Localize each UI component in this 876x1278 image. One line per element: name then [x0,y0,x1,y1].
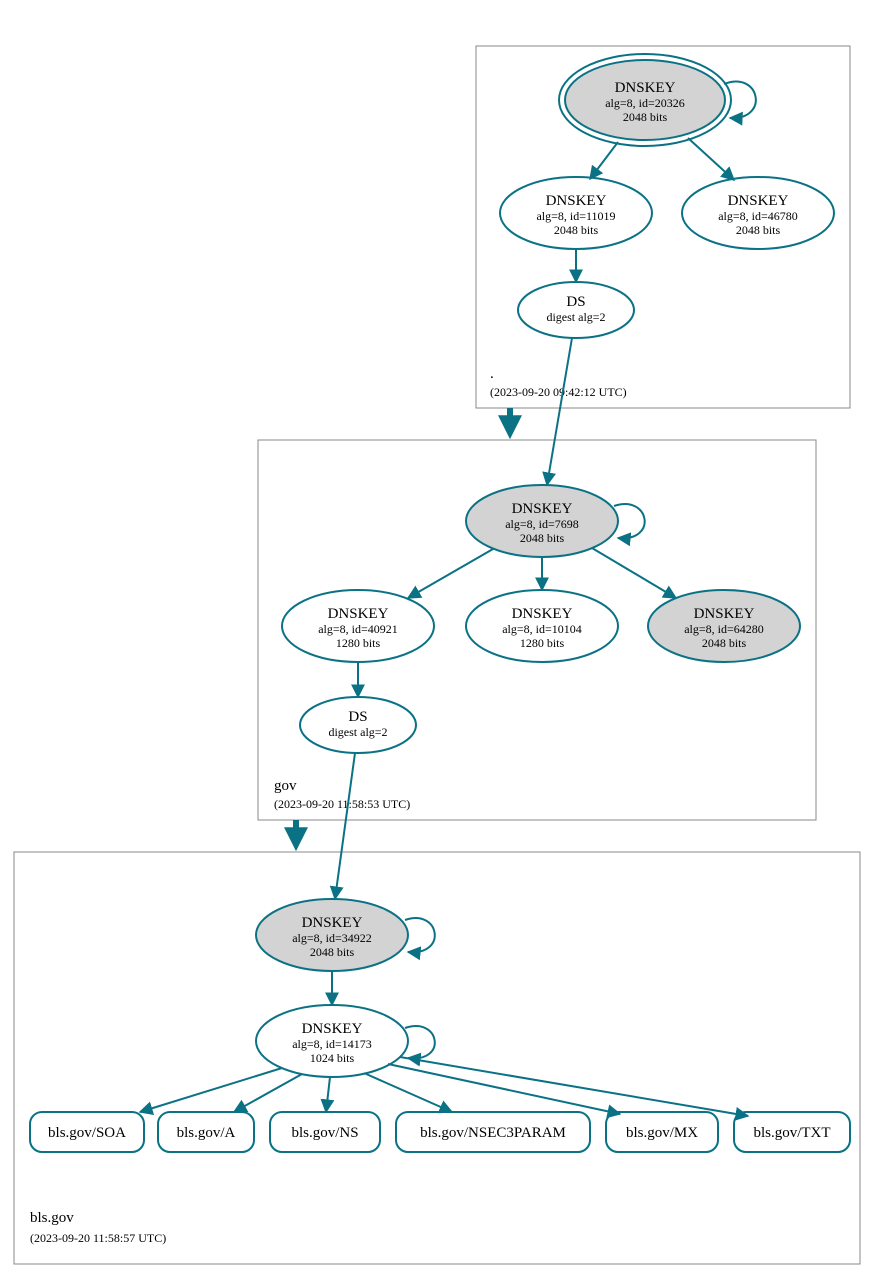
node-bls-ksk: DNSKEY alg=8, id=34922 2048 bits [256,899,408,971]
svg-text:2048 bits: 2048 bits [623,110,668,124]
svg-text:DNSKEY: DNSKEY [512,501,573,517]
svg-text:DNSKEY: DNSKEY [615,80,676,96]
svg-text:DNSKEY: DNSKEY [328,606,389,622]
svg-text:2048 bits: 2048 bits [736,223,781,237]
svg-text:bls.gov/TXT: bls.gov/TXT [753,1125,830,1141]
node-gov-ksk: DNSKEY alg=8, id=7698 2048 bits [466,485,618,557]
node-rr-nsec3: bls.gov/NSEC3PARAM [396,1112,590,1152]
node-rr-a: bls.gov/A [158,1112,254,1152]
edge-rootksk-zsk1 [590,142,618,179]
svg-text:bls.gov/NSEC3PARAM: bls.gov/NSEC3PARAM [420,1125,566,1141]
svg-text:alg=8, id=14173: alg=8, id=14173 [292,1037,372,1051]
svg-text:alg=8, id=7698: alg=8, id=7698 [505,517,579,531]
svg-text:2048 bits: 2048 bits [554,223,599,237]
edge-bls-ksk-self [405,918,435,952]
svg-text:DNSKEY: DNSKEY [302,915,363,931]
svg-text:bls.gov/SOA: bls.gov/SOA [48,1125,126,1141]
node-bls-zsk: DNSKEY alg=8, id=14173 1024 bits [256,1005,408,1077]
svg-text:1280 bits: 1280 bits [520,636,565,650]
node-root-zsk2: DNSKEY alg=8, id=46780 2048 bits [682,177,834,249]
svg-text:1024 bits: 1024 bits [310,1051,355,1065]
edge-govksk-zsk1 [408,549,493,598]
edge-blszsk-nsec3 [364,1073,452,1112]
node-gov-ds: DS digest alg=2 [300,697,416,753]
svg-text:.: . [490,366,494,382]
edge-govksk-zsk3 [592,548,676,598]
svg-text:DS: DS [348,709,367,725]
zone-gov-title: gov [274,778,297,794]
zone-bls-date: (2023-09-20 11:58:57 UTC) [30,1231,166,1245]
svg-text:alg=8, id=10104: alg=8, id=10104 [502,622,582,636]
edge-blszsk-txt [400,1057,748,1116]
svg-text:alg=8, id=11019: alg=8, id=11019 [536,209,615,223]
svg-text:gov: gov [274,778,297,794]
svg-text:DNSKEY: DNSKEY [728,193,789,209]
svg-text:(2023-09-20 11:58:57 UTC): (2023-09-20 11:58:57 UTC) [30,1231,166,1245]
node-rr-ns: bls.gov/NS [270,1112,380,1152]
node-rr-txt: bls.gov/TXT [734,1112,850,1152]
zone-gov-date: (2023-09-20 11:58:53 UTC) [274,797,410,811]
svg-text:alg=8, id=34922: alg=8, id=34922 [292,931,372,945]
zone-root-date: (2023-09-20 09:42:12 UTC) [490,385,627,399]
edge-rootds-govksk [547,338,572,485]
svg-text:DS: DS [566,294,585,310]
svg-text:DNSKEY: DNSKEY [512,606,573,622]
svg-text:alg=8, id=20326: alg=8, id=20326 [605,96,685,110]
node-root-ksk: DNSKEY alg=8, id=20326 2048 bits [559,54,731,146]
edge-blszsk-soa [140,1068,282,1112]
svg-text:DNSKEY: DNSKEY [694,606,755,622]
node-root-ds: DS digest alg=2 [518,282,634,338]
svg-text:2048 bits: 2048 bits [520,531,565,545]
zone-bls: bls.gov (2023-09-20 11:58:57 UTC) [14,852,860,1264]
svg-text:(2023-09-20 11:58:53 UTC): (2023-09-20 11:58:53 UTC) [274,797,410,811]
node-rr-mx: bls.gov/MX [606,1112,718,1152]
edge-bls-zsk-self [405,1026,435,1058]
svg-text:alg=8, id=40921: alg=8, id=40921 [318,622,398,636]
node-gov-zsk2: DNSKEY alg=8, id=10104 1280 bits [466,590,618,662]
svg-text:1280 bits: 1280 bits [336,636,381,650]
edge-rootksk-zsk2 [688,138,734,180]
svg-text:DNSKEY: DNSKEY [302,1021,363,1037]
svg-text:digest alg=2: digest alg=2 [546,310,605,324]
svg-text:alg=8, id=46780: alg=8, id=46780 [718,209,798,223]
node-gov-zsk3: DNSKEY alg=8, id=64280 2048 bits [648,590,800,662]
svg-text:bls.gov/MX: bls.gov/MX [626,1125,698,1141]
edge-blszsk-ns [326,1077,330,1112]
node-gov-zsk1: DNSKEY alg=8, id=40921 1280 bits [282,590,434,662]
svg-text:DNSKEY: DNSKEY [546,193,607,209]
svg-text:alg=8, id=64280: alg=8, id=64280 [684,622,764,636]
svg-text:2048 bits: 2048 bits [702,636,747,650]
node-rr-soa: bls.gov/SOA [30,1112,144,1152]
zone-root-title: . [490,366,494,382]
zone-bls-title: bls.gov [30,1210,74,1226]
svg-text:bls.gov/NS: bls.gov/NS [291,1125,358,1141]
svg-text:bls.gov/A: bls.gov/A [177,1125,236,1141]
svg-text:bls.gov: bls.gov [30,1210,74,1226]
dnssec-graph: . (2023-09-20 09:42:12 UTC) DNSKEY alg=8… [0,0,876,1278]
svg-text:2048 bits: 2048 bits [310,945,355,959]
edge-govds-blsksk [335,753,355,899]
node-root-zsk1: DNSKEY alg=8, id=11019 2048 bits [500,177,652,249]
svg-text:digest alg=2: digest alg=2 [328,725,387,739]
svg-text:(2023-09-20 09:42:12 UTC): (2023-09-20 09:42:12 UTC) [490,385,627,399]
